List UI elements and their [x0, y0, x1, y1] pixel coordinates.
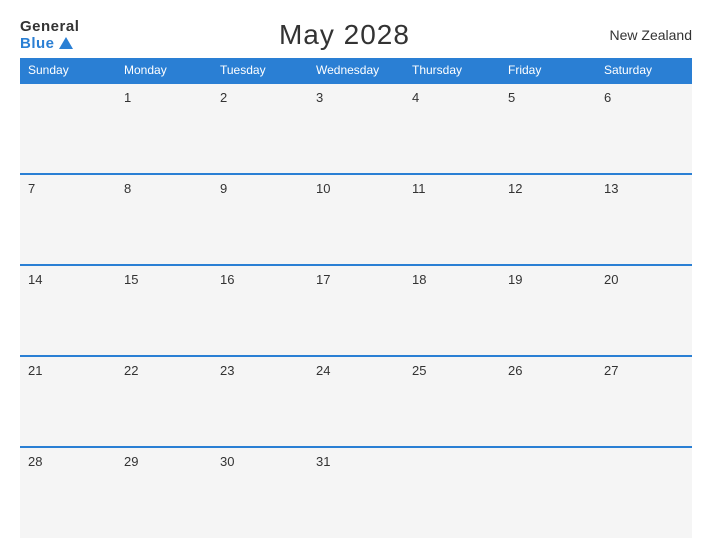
calendar-header-friday: Friday	[500, 58, 596, 83]
calendar-cell: 23	[212, 356, 308, 447]
calendar-header-saturday: Saturday	[596, 58, 692, 83]
day-number: 8	[124, 181, 131, 196]
calendar-cell: 6	[596, 83, 692, 174]
day-number: 27	[604, 363, 618, 378]
day-number: 25	[412, 363, 426, 378]
day-number: 9	[220, 181, 227, 196]
calendar-cell: 24	[308, 356, 404, 447]
calendar-week-row: 7 8 9 10 11 12 13	[20, 174, 692, 265]
calendar-cell	[20, 83, 116, 174]
day-number: 3	[316, 90, 323, 105]
calendar-cell: 8	[116, 174, 212, 265]
calendar-header-wednesday: Wednesday	[308, 58, 404, 83]
calendar-cell	[596, 447, 692, 538]
day-number: 31	[316, 454, 330, 469]
day-number: 5	[508, 90, 515, 105]
calendar-cell: 20	[596, 265, 692, 356]
day-number: 14	[28, 272, 42, 287]
day-number: 22	[124, 363, 138, 378]
day-number: 4	[412, 90, 419, 105]
calendar-cell: 10	[308, 174, 404, 265]
calendar-header-thursday: Thursday	[404, 58, 500, 83]
day-number: 19	[508, 272, 522, 287]
calendar-cell: 31	[308, 447, 404, 538]
calendar-week-row: 21 22 23 24 25 26 27	[20, 356, 692, 447]
calendar-cell: 21	[20, 356, 116, 447]
calendar-header-sunday: Sunday	[20, 58, 116, 83]
calendar-cell: 5	[500, 83, 596, 174]
day-number: 26	[508, 363, 522, 378]
day-number: 10	[316, 181, 330, 196]
calendar-header-tuesday: Tuesday	[212, 58, 308, 83]
calendar-cell: 14	[20, 265, 116, 356]
logo-triangle-icon	[59, 37, 73, 49]
day-number: 29	[124, 454, 138, 469]
country-label: New Zealand	[610, 27, 693, 43]
day-number: 2	[220, 90, 227, 105]
day-number: 23	[220, 363, 234, 378]
day-number: 28	[28, 454, 42, 469]
calendar-cell: 19	[500, 265, 596, 356]
calendar-cell: 17	[308, 265, 404, 356]
calendar-cell: 18	[404, 265, 500, 356]
day-number: 11	[412, 181, 426, 196]
day-number: 15	[124, 272, 138, 287]
logo-blue-text: Blue	[20, 35, 73, 52]
calendar: SundayMondayTuesdayWednesdayThursdayFrid…	[20, 58, 692, 538]
calendar-cell: 9	[212, 174, 308, 265]
calendar-week-row: 1 2 3 4 5 6	[20, 83, 692, 174]
calendar-cell: 1	[116, 83, 212, 174]
day-number: 18	[412, 272, 426, 287]
day-number: 12	[508, 181, 522, 196]
logo-general-text: General	[20, 18, 79, 35]
day-number: 13	[604, 181, 618, 196]
month-title: May 2028	[279, 19, 410, 51]
header: General Blue May 2028 New Zealand	[20, 18, 692, 52]
calendar-week-row: 14 15 16 17 18 19 20	[20, 265, 692, 356]
calendar-header-row: SundayMondayTuesdayWednesdayThursdayFrid…	[20, 58, 692, 83]
day-number: 6	[604, 90, 611, 105]
day-number: 21	[28, 363, 42, 378]
calendar-cell	[500, 447, 596, 538]
calendar-week-row: 28 29 30 31	[20, 447, 692, 538]
calendar-cell: 13	[596, 174, 692, 265]
calendar-cell: 22	[116, 356, 212, 447]
day-number: 7	[28, 181, 35, 196]
calendar-cell: 3	[308, 83, 404, 174]
calendar-cell: 4	[404, 83, 500, 174]
calendar-cell: 16	[212, 265, 308, 356]
logo: General Blue	[20, 18, 79, 52]
day-number: 24	[316, 363, 330, 378]
calendar-cell: 26	[500, 356, 596, 447]
day-number: 16	[220, 272, 234, 287]
calendar-cell: 11	[404, 174, 500, 265]
day-number: 1	[124, 90, 131, 105]
calendar-header-monday: Monday	[116, 58, 212, 83]
calendar-cell: 25	[404, 356, 500, 447]
calendar-cell: 2	[212, 83, 308, 174]
calendar-cell: 15	[116, 265, 212, 356]
day-number: 20	[604, 272, 618, 287]
calendar-cell: 29	[116, 447, 212, 538]
day-number: 17	[316, 272, 330, 287]
calendar-cell: 27	[596, 356, 692, 447]
calendar-cell: 30	[212, 447, 308, 538]
calendar-cell: 28	[20, 447, 116, 538]
day-number: 30	[220, 454, 234, 469]
calendar-cell	[404, 447, 500, 538]
calendar-cell: 7	[20, 174, 116, 265]
calendar-cell: 12	[500, 174, 596, 265]
